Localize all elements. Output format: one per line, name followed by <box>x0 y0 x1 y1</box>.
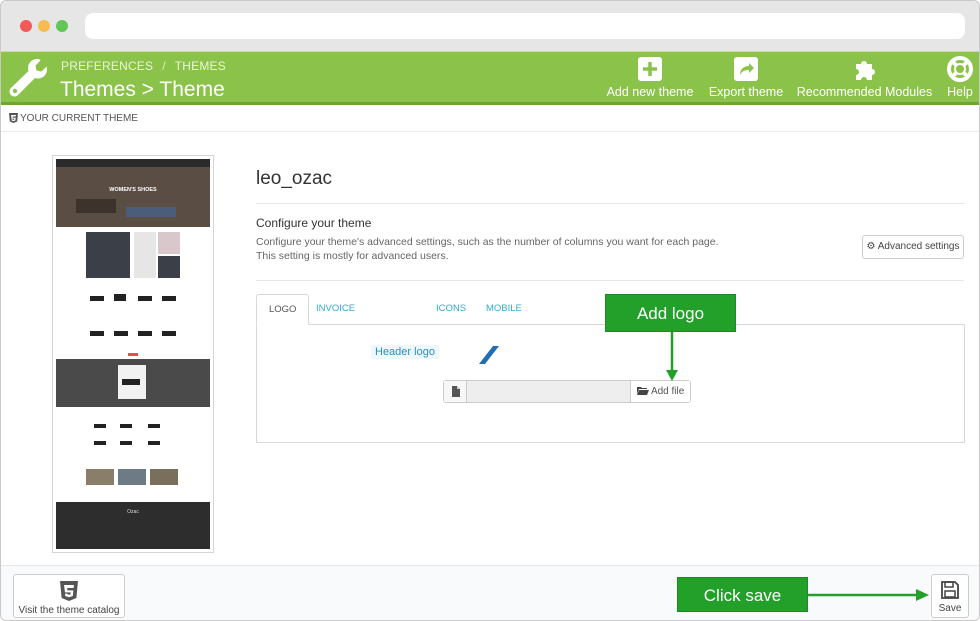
section-heading-label: YOUR CURRENT THEME <box>20 113 138 124</box>
arrow-right-icon <box>808 589 929 601</box>
breadcrumb-themes[interactable]: THEMES <box>175 59 226 73</box>
puzzle-icon <box>855 61 875 80</box>
lifebuoy-icon <box>947 56 973 82</box>
add-logo-callout: Add logo <box>605 294 736 332</box>
theme-preview-image: WOMEN'S SHOES Ozac <box>56 159 210 549</box>
advanced-settings-label: Advanced settings <box>877 241 960 252</box>
html5-icon <box>9 113 18 123</box>
header-logo-label: Header logo <box>371 345 439 359</box>
click-save-callout: Click save <box>677 577 808 612</box>
add-new-theme-label: Add new theme <box>606 85 694 99</box>
close-window-dot[interactable] <box>20 20 32 32</box>
tab-mobile[interactable]: MOBILE <box>474 294 534 325</box>
add-file-button[interactable]: Add file <box>630 381 690 402</box>
page-title: Themes > Theme <box>60 78 225 101</box>
theme-preview-thumbnail: WOMEN'S SHOES Ozac <box>52 155 214 553</box>
share-icon <box>734 57 758 81</box>
address-bar[interactable] <box>85 13 965 39</box>
section-heading: YOUR CURRENT THEME <box>1 108 979 132</box>
logo-preview-image <box>479 346 499 364</box>
maximize-window-dot[interactable] <box>56 20 68 32</box>
divider <box>256 280 964 281</box>
preview-banner-text: WOMEN'S SHOES <box>109 187 157 193</box>
minimize-window-dot[interactable] <box>38 20 50 32</box>
breadcrumb-preferences[interactable]: PREFERENCES <box>61 59 153 73</box>
page-toolbar: PREFERENCES / THEMES Themes > Theme Add ne… <box>1 52 979 105</box>
breadcrumb-separator: / <box>162 59 166 73</box>
help-button[interactable]: Help <box>943 56 977 99</box>
breadcrumb: PREFERENCES / THEMES <box>61 59 226 73</box>
wrench-icon <box>9 59 47 97</box>
tab-logo[interactable]: LOGO <box>256 294 310 325</box>
advanced-settings-button[interactable]: ⚙ Advanced settings <box>862 235 964 259</box>
tab-invoice-email-logos[interactable]: INVOICE & EMAIL LOGOS <box>304 294 367 374</box>
save-button[interactable]: Save <box>931 574 969 618</box>
app-window: PREFERENCES / THEMES Themes > Theme Add ne… <box>0 0 980 621</box>
html5-icon <box>60 581 78 601</box>
recommended-modules-label: Recommended Modules <box>796 85 933 99</box>
theme-name: leo_ozac <box>256 168 333 189</box>
cog-icon: ⚙ <box>866 241 876 252</box>
configure-title: Configure your theme <box>256 216 372 230</box>
tab-icons[interactable]: ICONS <box>424 294 478 325</box>
export-theme-label: Export theme <box>708 85 784 99</box>
file-icon <box>444 381 467 402</box>
visit-theme-catalog-label: Visit the theme catalog <box>18 605 120 616</box>
arrow-down-icon <box>666 332 678 381</box>
browser-chrome <box>1 1 979 52</box>
folder-open-icon <box>636 386 651 397</box>
logo-file-input[interactable]: Add file <box>443 380 691 403</box>
export-theme-button[interactable]: Export theme <box>706 56 786 99</box>
help-label: Help <box>947 85 973 99</box>
plus-square-icon <box>638 57 662 81</box>
recommended-modules-button[interactable]: Recommended Modules <box>796 56 933 99</box>
preview-footer-brand: Ozac <box>127 509 139 515</box>
add-new-theme-button[interactable]: Add new theme <box>606 56 694 99</box>
save-label: Save <box>938 603 962 614</box>
add-file-label: Add file <box>650 386 685 397</box>
divider <box>256 203 964 204</box>
visit-theme-catalog-button[interactable]: Visit the theme catalog <box>13 574 125 618</box>
configure-description: Configure your theme's advanced settings… <box>256 236 719 262</box>
floppy-disk-icon <box>941 581 959 599</box>
